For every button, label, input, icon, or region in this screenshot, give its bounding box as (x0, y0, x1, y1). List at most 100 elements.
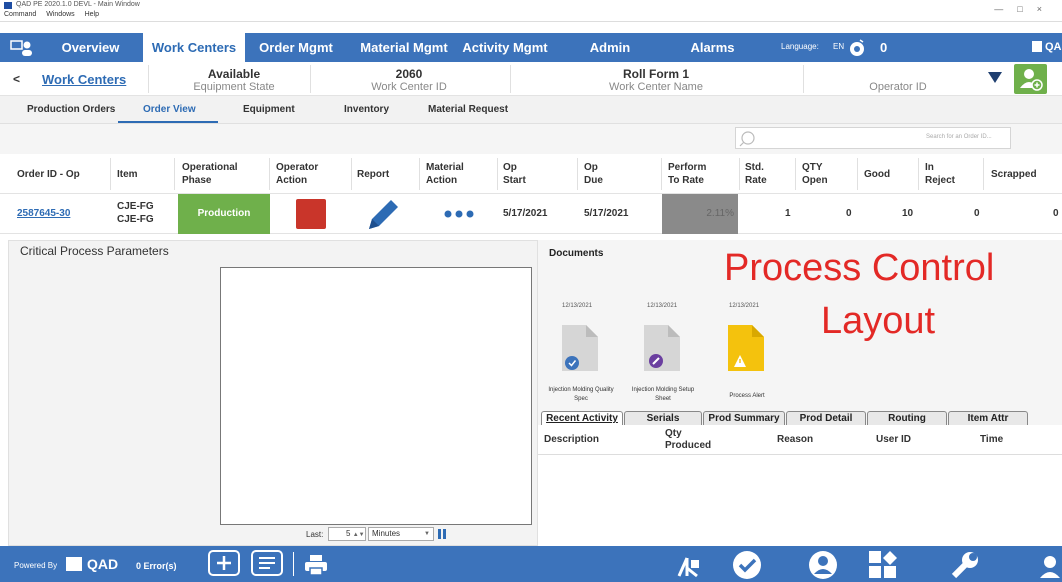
tab-prod-summary[interactable]: Prod Summary (703, 411, 785, 425)
wrench-icon[interactable] (950, 550, 980, 580)
table-row[interactable]: 2587645-30 CJE-FG CJE-FG Production 5/17… (0, 194, 1062, 234)
document-item[interactable]: 12/13/2021 Injection Molding Setup Sheet (622, 303, 704, 413)
work-center-id-label: Work Center ID (371, 81, 447, 93)
unit-value: Minutes (372, 529, 401, 538)
qty-open-value: 0 (846, 208, 852, 219)
col-qty-produced-2: Produced (665, 440, 712, 451)
document-date: 12/13/2021 (647, 303, 678, 309)
document-name-line2: Sheet (655, 396, 671, 402)
stepper-arrows-icon[interactable]: ▲▼ (353, 532, 365, 538)
subtab-equipment[interactable]: Equipment (243, 104, 295, 115)
tab-order-mgmt[interactable]: Order Mgmt (250, 33, 342, 62)
help-user-icon[interactable] (1038, 552, 1062, 580)
in-reject-value: 0 (974, 208, 980, 219)
tab-serials[interactable]: Serials (624, 411, 702, 425)
tab-work-centers[interactable]: Work Centers (143, 33, 245, 62)
col-std-rate-1: Std. (745, 162, 764, 173)
tab-admin[interactable]: Admin (575, 33, 645, 62)
report-pencil-icon[interactable] (365, 197, 401, 231)
tab-overview[interactable]: Overview (38, 33, 143, 62)
footer-brand: QAD (87, 556, 119, 572)
document-name-line2: Spec (574, 396, 588, 402)
col-divider (269, 158, 270, 190)
search-icon (739, 131, 755, 147)
op-due-value: 5/17/2021 (584, 208, 629, 219)
window-controls[interactable]: —□× (994, 4, 1056, 14)
breadcrumb-work-centers[interactable]: Work Centers (42, 72, 126, 87)
overview-icon[interactable] (10, 39, 32, 57)
col-divider (174, 158, 175, 190)
col-scrapped: Scrapped (991, 169, 1037, 180)
stop-button[interactable] (296, 199, 326, 229)
col-good: Good (864, 169, 891, 180)
tab-recent-activity[interactable]: Recent Activity (541, 411, 623, 425)
back-chevron-icon[interactable]: < (13, 72, 20, 86)
col-material-action-1: Material (426, 162, 464, 173)
tab-prod-detail[interactable]: Prod Detail (786, 411, 866, 425)
col-time: Time (980, 434, 1004, 445)
add-user-icon (1020, 69, 1043, 91)
overlay-title-line1: Process Control (724, 247, 995, 289)
language-value[interactable]: EN (833, 42, 844, 51)
order-subtabs: Production Orders Order View Equipment I… (0, 96, 1062, 124)
caret-down-icon[interactable] (988, 72, 1002, 84)
work-center-id-value: 2060 (395, 67, 423, 81)
alarm-beacon-icon[interactable] (848, 39, 866, 57)
document-alert-icon (728, 325, 764, 371)
phase-production-badge[interactable]: Production (178, 194, 270, 234)
overlay-title-line2: Layout (821, 300, 936, 342)
document-item[interactable]: 12/13/2021 Injection Molding Quality Spe… (540, 303, 622, 413)
add-note-icon[interactable] (207, 549, 241, 579)
activity-table-body (538, 455, 1062, 546)
col-op-start-1: Op (503, 162, 517, 173)
complete-check-icon[interactable] (732, 550, 762, 580)
error-count[interactable]: 0 Error(s) (136, 561, 177, 571)
unit-select[interactable]: Minutes ▼ (368, 527, 434, 541)
menu-windows[interactable]: Windows (46, 11, 74, 18)
powered-by-label: Powered By (14, 561, 58, 570)
scrapped-value: 0 (1053, 208, 1059, 219)
material-action-dots-icon[interactable] (443, 208, 477, 220)
col-op-start-2: Start (503, 175, 526, 186)
col-order-id: Order ID - Op (17, 169, 80, 180)
col-material-action-2: Action (426, 175, 458, 186)
col-perform-2: To Rate (668, 175, 704, 186)
message-icon[interactable] (250, 549, 284, 581)
subtab-production-orders[interactable]: Production Orders (27, 104, 115, 115)
main-nav: Overview Work Centers Order Mgmt Materia… (0, 33, 1062, 62)
operator-id-label[interactable]: Operator ID (803, 81, 993, 93)
dashboard-tiles-icon[interactable] (868, 550, 898, 580)
window-title: QAD PE 2020.1.0 DEVL - Main Window (16, 1, 140, 8)
window-menu: Command Windows Help (4, 11, 107, 18)
document-date: 12/13/2021 (729, 303, 760, 309)
subtab-material-request[interactable]: Material Request (428, 104, 508, 115)
equipment-state-label: Equipment State (193, 81, 275, 93)
order-id-link[interactable]: 2587645-30 (17, 208, 70, 219)
add-operator-button[interactable] (1014, 64, 1047, 94)
menu-help[interactable]: Help (85, 11, 99, 18)
material-handling-icon[interactable] (677, 554, 701, 578)
print-icon[interactable] (304, 554, 328, 576)
tab-alarms[interactable]: Alarms (680, 33, 745, 62)
menu-command[interactable]: Command (4, 11, 36, 18)
col-description: Description (544, 434, 600, 445)
document-name-line1: Process Alert (729, 393, 765, 399)
document-item[interactable]: 12/13/2021 Process Alert (704, 303, 786, 413)
last-label: Last: (306, 530, 324, 539)
tab-activity-mgmt[interactable]: Activity Mgmt (455, 33, 555, 62)
col-item: Item (117, 169, 138, 180)
item-value-2: CJE-FG (117, 214, 154, 225)
last-value-stepper[interactable]: 5 ▲▼ (328, 527, 366, 541)
qad-logo-icon (1032, 41, 1042, 52)
user-profile-icon[interactable] (808, 550, 838, 580)
order-search-input[interactable]: Search for an Order ID... (735, 127, 1011, 149)
col-divider (983, 158, 984, 190)
document-date: 12/13/2021 (562, 303, 593, 309)
tab-routing[interactable]: Routing (867, 411, 947, 425)
tab-item-attr[interactable]: Item Attr (948, 411, 1028, 425)
subtab-inventory[interactable]: Inventory (344, 104, 389, 115)
order-table-header: Order ID - Op Item Operational Phase Ope… (0, 154, 1062, 194)
tab-material-mgmt[interactable]: Material Mgmt (350, 33, 458, 62)
pause-icon[interactable] (437, 528, 447, 540)
subtab-order-view[interactable]: Order View (143, 104, 196, 115)
